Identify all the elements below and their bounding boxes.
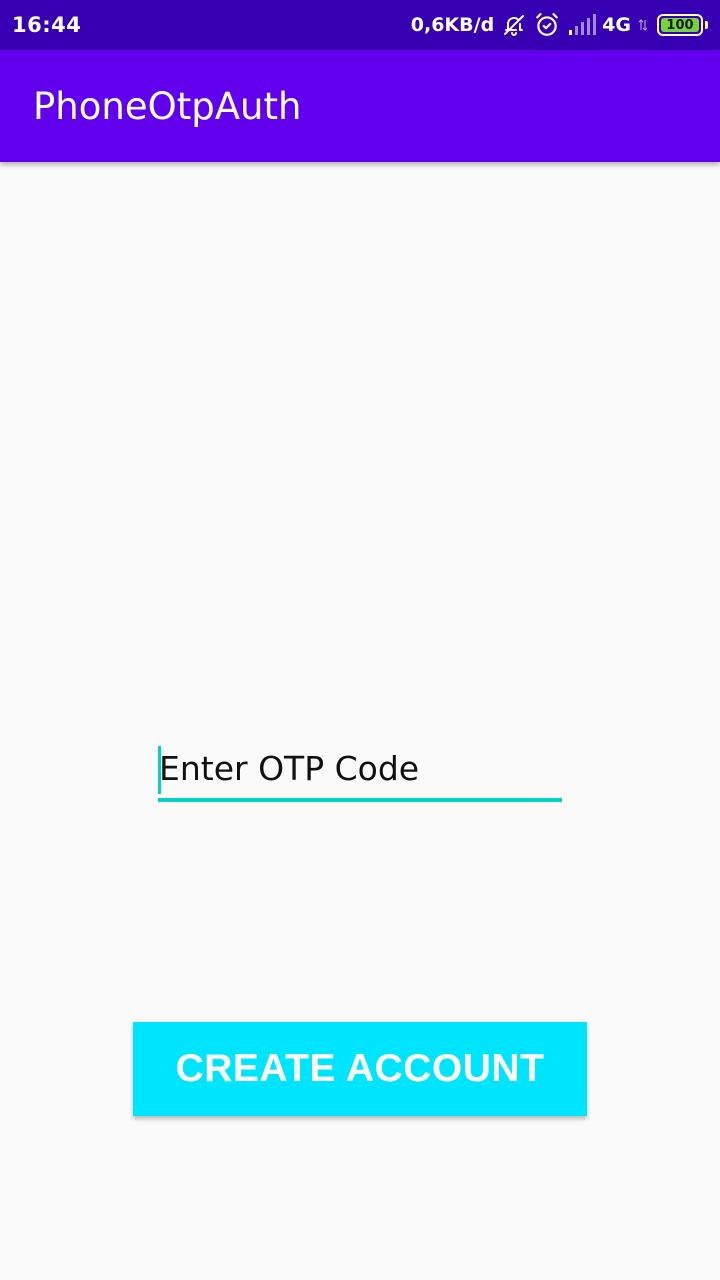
app-title: PhoneOtpAuth — [33, 84, 302, 128]
status-indicators: 0,6KB/d 4G 100 — [411, 12, 708, 38]
battery-tip — [705, 21, 708, 29]
battery-icon: 100 — [657, 14, 703, 36]
network-type: 4G — [602, 14, 631, 36]
app-bar: PhoneOtpAuth — [0, 50, 720, 162]
text-cursor — [158, 746, 161, 794]
otp-input[interactable] — [158, 742, 562, 798]
data-arrows-icon — [639, 18, 647, 32]
bell-off-icon — [502, 13, 526, 37]
signal-icon — [568, 14, 597, 36]
create-account-button[interactable]: CREATE ACCOUNT — [133, 1022, 587, 1116]
alarm-icon — [534, 12, 560, 38]
battery-level: 100 — [666, 17, 694, 33]
status-time: 16:44 — [12, 13, 82, 37]
network-speed: 0,6KB/d — [410, 14, 495, 36]
otp-field[interactable] — [158, 742, 562, 802]
status-bar: 16:44 0,6KB/d 4G 100 — [0, 0, 720, 50]
